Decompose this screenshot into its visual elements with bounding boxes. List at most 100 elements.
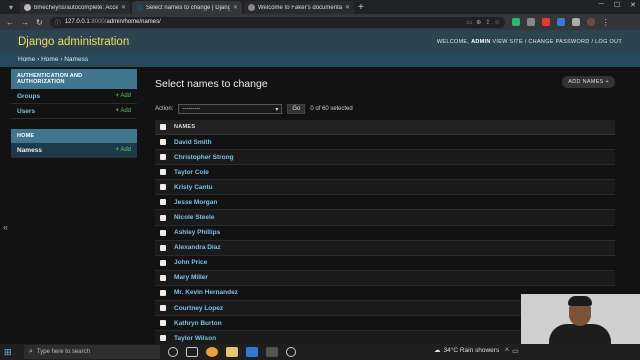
name-link[interactable]: John Price bbox=[174, 259, 207, 266]
user-links[interactable]: VIEW SITE / CHANGE PASSWORD / LOG OUT bbox=[492, 39, 622, 45]
cortana-icon[interactable] bbox=[168, 347, 178, 357]
vscode-icon[interactable] bbox=[246, 347, 258, 357]
menu-kebab-icon[interactable]: ⋮ bbox=[602, 18, 610, 27]
address-bar[interactable]: ⓘ 127.0.0.1:8000/admin/home/names/ ▭ ⊕ ⇪… bbox=[49, 16, 505, 28]
row-checkbox[interactable] bbox=[160, 320, 166, 327]
add-link[interactable]: + Add bbox=[115, 108, 131, 114]
module-caption[interactable]: AUTHENTICATION AND AUTHORIZATION bbox=[11, 69, 137, 89]
reload-icon[interactable]: ↻ bbox=[36, 18, 43, 27]
name-link[interactable]: Taylor Wilson bbox=[174, 335, 216, 342]
extension-icon[interactable] bbox=[571, 18, 580, 26]
name-link[interactable]: Kristy Cantu bbox=[174, 184, 213, 191]
sidebar-item-users[interactable]: Users + Add bbox=[11, 104, 137, 119]
action-select[interactable]: --------- ▾ bbox=[178, 104, 283, 114]
name-link[interactable]: Taylor Cole bbox=[174, 169, 209, 176]
column-header-names[interactable]: NAMES bbox=[174, 124, 195, 130]
collapse-sidebar-icon[interactable]: « bbox=[3, 222, 8, 232]
install-icon[interactable]: ▭ bbox=[467, 19, 473, 26]
model-link[interactable]: Users bbox=[17, 108, 35, 115]
name-link[interactable]: Jesse Morgan bbox=[174, 199, 217, 206]
app-icon[interactable] bbox=[286, 347, 296, 357]
info-icon[interactable]: ⓘ bbox=[55, 18, 61, 27]
extension-icon[interactable] bbox=[541, 18, 550, 26]
tray-chevron-icon[interactable]: ˄ bbox=[505, 347, 509, 355]
extension-icon[interactable] bbox=[511, 18, 520, 26]
file-explorer-icon[interactable] bbox=[226, 347, 238, 357]
row-checkbox[interactable] bbox=[160, 229, 166, 236]
row-checkbox[interactable] bbox=[160, 274, 166, 281]
windows-start-icon[interactable]: ⊞ bbox=[4, 347, 18, 358]
table-row[interactable]: Taylor Cole bbox=[155, 165, 615, 181]
network-icon[interactable]: ▭ bbox=[512, 347, 519, 355]
minimize-icon[interactable]: ─ bbox=[599, 1, 604, 9]
model-link[interactable]: Groups bbox=[17, 93, 40, 100]
store-icon[interactable] bbox=[266, 347, 278, 357]
row-checkbox[interactable] bbox=[160, 244, 166, 251]
taskbar-search[interactable]: ⌕ Type here to search bbox=[24, 345, 160, 359]
table-row[interactable]: Jesse Morgan bbox=[155, 195, 615, 211]
window-menu-icon[interactable]: ▾ bbox=[4, 2, 18, 14]
name-link[interactable]: Kathryn Burton bbox=[174, 320, 222, 327]
table-row[interactable]: Ashley Phillips bbox=[155, 226, 615, 241]
close-icon[interactable]: ✕ bbox=[345, 4, 350, 11]
maximize-icon[interactable]: ☐ bbox=[614, 1, 620, 9]
row-checkbox[interactable] bbox=[160, 184, 166, 191]
tab-github[interactable]: bmecheyns/autocomplete: Accessible ✕ bbox=[20, 1, 130, 14]
zoom-icon[interactable]: ⊕ bbox=[476, 19, 481, 26]
weather-widget[interactable]: ☁ 34°C Rain showers bbox=[434, 346, 499, 355]
table-row[interactable]: David Smith bbox=[155, 135, 615, 151]
extension-icon[interactable] bbox=[556, 18, 565, 26]
action-label: Action: bbox=[155, 106, 174, 112]
share-icon[interactable]: ⇪ bbox=[485, 19, 490, 26]
row-checkbox[interactable] bbox=[160, 335, 166, 342]
table-row[interactable]: Nicole Steele bbox=[155, 210, 615, 226]
go-button[interactable]: Go bbox=[287, 104, 306, 114]
tab-faker[interactable]: Welcome to Faker's documentation ✕ bbox=[244, 1, 354, 14]
breadcrumb[interactable]: Home › Home › Namess bbox=[0, 53, 640, 67]
new-tab-icon[interactable]: + bbox=[358, 1, 364, 14]
extension-icon[interactable] bbox=[526, 18, 535, 26]
close-icon[interactable]: ✕ bbox=[121, 4, 126, 11]
name-link[interactable]: Courtney Lopez bbox=[174, 305, 223, 312]
tab-django[interactable]: Select names to change | Django site ✕ bbox=[132, 1, 242, 14]
site-brand[interactable]: Django administration bbox=[18, 36, 129, 48]
row-checkbox[interactable] bbox=[160, 169, 166, 176]
module-home: HOME Namess + Add bbox=[11, 129, 137, 158]
chrome-icon[interactable] bbox=[206, 347, 218, 357]
name-link[interactable]: David Smith bbox=[174, 139, 212, 146]
bookmark-star-icon[interactable]: ☆ bbox=[494, 19, 499, 26]
row-checkbox[interactable] bbox=[160, 289, 166, 296]
close-icon[interactable]: ✕ bbox=[233, 4, 238, 11]
name-link[interactable]: Ashley Phillips bbox=[174, 229, 220, 236]
module-caption[interactable]: HOME bbox=[11, 129, 137, 143]
select-all-checkbox[interactable] bbox=[160, 124, 166, 130]
table-row[interactable]: John Price bbox=[155, 256, 615, 271]
name-link[interactable]: Mary Miller bbox=[174, 274, 208, 281]
sidebar-item-groups[interactable]: Groups + Add bbox=[11, 89, 137, 104]
add-link[interactable]: + Add bbox=[115, 147, 131, 153]
forward-icon[interactable]: → bbox=[21, 18, 29, 27]
name-link[interactable]: Alexandra Diaz bbox=[174, 244, 221, 251]
row-checkbox[interactable] bbox=[160, 139, 166, 146]
add-names-button[interactable]: ADD NAMES + bbox=[562, 76, 615, 88]
table-row[interactable]: Kristy Cantu bbox=[155, 180, 615, 196]
row-checkbox[interactable] bbox=[160, 305, 166, 312]
name-link[interactable]: Mr. Kevin Hernandez bbox=[174, 289, 238, 296]
task-view-icon[interactable] bbox=[186, 347, 198, 357]
name-link[interactable]: Christopher Strong bbox=[174, 154, 234, 161]
add-link[interactable]: + Add bbox=[115, 93, 131, 99]
table-row[interactable]: Alexandra Diaz bbox=[155, 240, 615, 256]
row-checkbox[interactable] bbox=[160, 199, 166, 206]
url-text[interactable]: 127.0.0.1:8000/admin/home/names/ bbox=[65, 19, 463, 25]
name-link[interactable]: Nicole Steele bbox=[174, 214, 214, 221]
table-row[interactable]: Mary Miller bbox=[155, 270, 615, 286]
sidebar-item-namess[interactable]: Namess + Add bbox=[11, 143, 137, 158]
profile-avatar[interactable] bbox=[586, 18, 595, 26]
row-checkbox[interactable] bbox=[160, 259, 166, 266]
close-window-icon[interactable]: ✕ bbox=[630, 1, 636, 9]
table-row[interactable]: Christopher Strong bbox=[155, 150, 615, 166]
row-checkbox[interactable] bbox=[160, 214, 166, 221]
model-link[interactable]: Namess bbox=[17, 147, 42, 154]
back-icon[interactable]: ← bbox=[6, 18, 14, 27]
row-checkbox[interactable] bbox=[160, 154, 166, 161]
